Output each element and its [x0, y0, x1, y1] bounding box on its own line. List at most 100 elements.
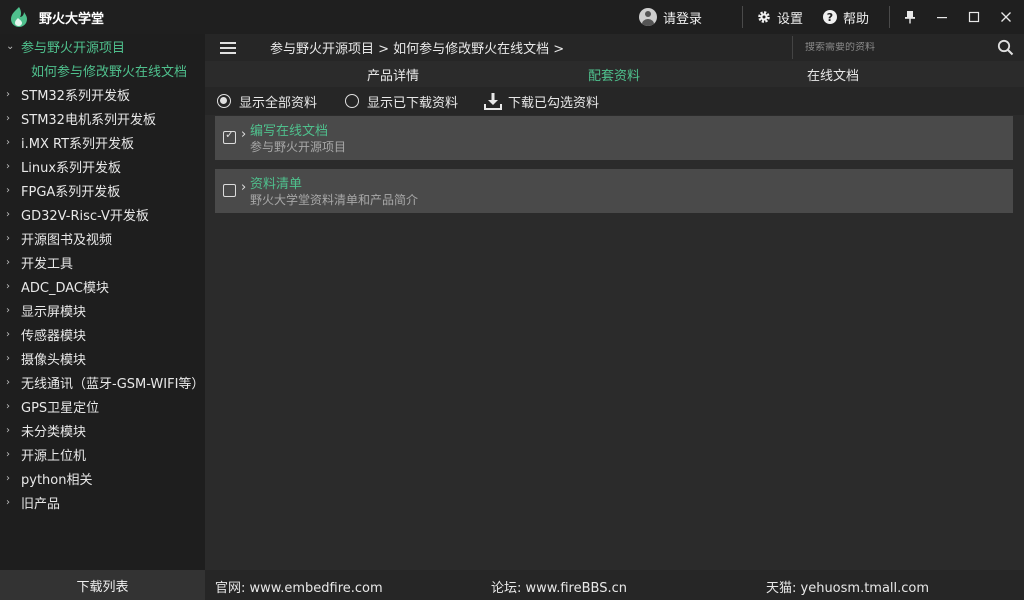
footer-website[interactable]: 官网: www.embedfire.com [215, 577, 383, 596]
login-button[interactable]: 请登录 [629, 0, 738, 34]
sidebar-item-label: 开源图书及视频 [21, 232, 113, 248]
sidebar-item-label: 未分类模块 [21, 424, 87, 440]
sidebar-list: › STM32系列开发板 › STM32电机系列开发板 › i.MX RT系列开发板 › Li… [0, 82, 205, 514]
sidebar-item-label: STM32电机系列开发板 [21, 112, 156, 128]
chevron-right-icon: › [6, 352, 10, 364]
minimize-icon [937, 17, 947, 19]
maximize-button[interactable] [958, 0, 990, 34]
sidebar-item-label: 旧产品 [21, 496, 61, 512]
card-subtitle: 野火大学堂资料清单和产品简介 [250, 193, 419, 207]
help-label: 帮助 [842, 11, 869, 27]
sidebar-item[interactable]: › GPS卫星定位 [0, 394, 205, 418]
divider [741, 6, 743, 28]
chevron-right-icon: › [6, 400, 10, 412]
download-checked-button[interactable]: 下载已勾选资料 [484, 92, 599, 111]
chevron-right-icon: › [6, 232, 10, 244]
menu-icon[interactable] [220, 41, 236, 54]
pin-button[interactable] [894, 0, 926, 34]
resource-card[interactable]: › 编写在线文档 参与野火开源项目 [215, 116, 1013, 160]
show-all-radio[interactable]: 显示全部资料 [217, 92, 317, 111]
main-panel: 参与野火开源项目 > 如何参与修改野火在线文档 > 产品详情 配套资料 在线文档… [205, 34, 1024, 570]
download-checked-label: 下载已勾选资料 [508, 95, 600, 111]
sidebar-item[interactable]: › 未分类模块 [0, 418, 205, 442]
sidebar-item[interactable]: › python相关 [0, 466, 205, 490]
chevron-right-icon: › [6, 208, 10, 220]
sidebar-item-label: GPS卫星定位 [21, 400, 100, 416]
sidebar-item[interactable]: › STM32电机系列开发板 [0, 106, 205, 130]
login-label: 请登录 [662, 11, 702, 27]
footer: 官网: www.embedfire.com 论坛: www.fireBBS.cn… [205, 570, 1024, 600]
sidebar-item-label: 无线通讯（蓝牙-GSM-WIFI等） [21, 376, 205, 392]
chevron-right-icon: › [6, 88, 10, 100]
show-all-label: 显示全部资料 [239, 95, 318, 111]
sidebar-item-label: 摄像头模块 [21, 352, 87, 368]
chevron-right-icon[interactable]: › [241, 127, 246, 142]
chevron-right-icon: › [6, 160, 10, 172]
sidebar-item-label: i.MX RT系列开发板 [21, 136, 135, 152]
footer-tmall[interactable]: 天猫: yehuosm.tmall.com [766, 577, 929, 596]
chevron-down-icon: ⌄ [6, 40, 15, 52]
sidebar-item[interactable]: › i.MX RT系列开发板 [0, 130, 205, 154]
sidebar-item[interactable]: › 开发工具 [0, 250, 205, 274]
download-list-button[interactable]: 下载列表 [0, 570, 205, 600]
card-checkbox[interactable] [223, 184, 236, 197]
chevron-right-icon: › [6, 496, 10, 508]
sidebar-item-label: 参与野火开源项目 [21, 40, 126, 56]
sidebar-item[interactable]: › 旧产品 [0, 490, 205, 514]
chevron-right-icon: › [6, 112, 10, 124]
sidebar-item[interactable]: › 摄像头模块 [0, 346, 205, 370]
sidebar-item-expanded[interactable]: ⌄ 参与野火开源项目 [0, 34, 205, 58]
flame-logo-icon [11, 7, 27, 27]
close-icon [1001, 12, 1011, 22]
divider [889, 6, 890, 28]
search-icon[interactable] [997, 39, 1014, 56]
app-title: 野火大学堂 [39, 11, 105, 27]
sidebar-item[interactable]: › FPGA系列开发板 [0, 178, 205, 202]
sidebar-subitem-selected[interactable]: 如何参与修改野火在线文档 [0, 58, 205, 82]
sidebar-item[interactable]: › 无线通讯（蓝牙-GSM-WIFI等） [0, 370, 205, 394]
tab-materials[interactable]: 配套资料 [588, 65, 640, 84]
sidebar-item[interactable]: › 开源上位机 [0, 442, 205, 466]
sidebar-item-label: 传感器模块 [21, 328, 87, 344]
sidebar-item[interactable]: › Linux系列开发板 [0, 154, 205, 178]
chevron-right-icon: › [6, 328, 10, 340]
sidebar-item-label: Linux系列开发板 [21, 160, 122, 176]
settings-button[interactable]: 设置 [747, 0, 813, 34]
sidebar-item[interactable]: › 传感器模块 [0, 322, 205, 346]
search-input[interactable] [793, 42, 983, 53]
sidebar-item-label: 显示屏模块 [21, 304, 87, 320]
sidebar-item[interactable]: › GD32V-Risc-V开发板 [0, 202, 205, 226]
chevron-right-icon: › [6, 256, 10, 268]
tab-online-docs[interactable]: 在线文档 [807, 65, 859, 84]
chevron-right-icon[interactable]: › [241, 180, 246, 195]
sidebar-item[interactable]: › STM32系列开发板 [0, 82, 205, 106]
sidebar-item-label: GD32V-Risc-V开发板 [21, 208, 149, 224]
sidebar-item-label: 开发工具 [21, 256, 74, 272]
card-checkbox[interactable] [223, 128, 236, 144]
user-icon [638, 8, 657, 26]
chevron-right-icon: › [6, 424, 10, 436]
resource-card[interactable]: › 资料清单 野火大学堂资料清单和产品简介 [215, 169, 1013, 213]
card-title[interactable]: 编写在线文档 [250, 120, 328, 139]
chevron-right-icon: › [6, 448, 10, 460]
minimize-button[interactable] [926, 0, 958, 34]
card-title[interactable]: 资料清单 [250, 173, 302, 192]
sidebar-item-label: FPGA系列开发板 [21, 184, 121, 200]
breadcrumb[interactable]: 参与野火开源项目 > 如何参与修改野火在线文档 > [270, 38, 564, 57]
help-button[interactable]: ? 帮助 [813, 0, 885, 34]
sidebar-item[interactable]: › 开源图书及视频 [0, 226, 205, 250]
tab-product-details[interactable]: 产品详情 [367, 65, 419, 84]
card-subtitle: 参与野火开源项目 [250, 140, 347, 154]
show-downloaded-radio[interactable]: 显示已下载资料 [345, 92, 458, 111]
chevron-right-icon: › [6, 472, 10, 484]
sidebar-item-label: STM32系列开发板 [21, 88, 130, 104]
footer-forum[interactable]: 论坛: www.fireBBS.cn [491, 577, 627, 596]
sidebar-item[interactable]: › ADC_DAC模块 [0, 274, 205, 298]
help-icon: ? [822, 10, 837, 24]
sidebar-item[interactable]: › 显示屏模块 [0, 298, 205, 322]
sidebar: ⌄ 参与野火开源项目 如何参与修改野火在线文档 › STM32系列开发板 › STM3… [0, 34, 205, 570]
title-bar: 野火大学堂 请登录 设置 ? 帮助 [0, 0, 1024, 34]
chevron-right-icon: › [6, 304, 10, 316]
close-button[interactable] [990, 0, 1022, 34]
filter-toolbar: 显示全部资料 显示已下载资料 下载已勾选资料 [205, 87, 1024, 115]
